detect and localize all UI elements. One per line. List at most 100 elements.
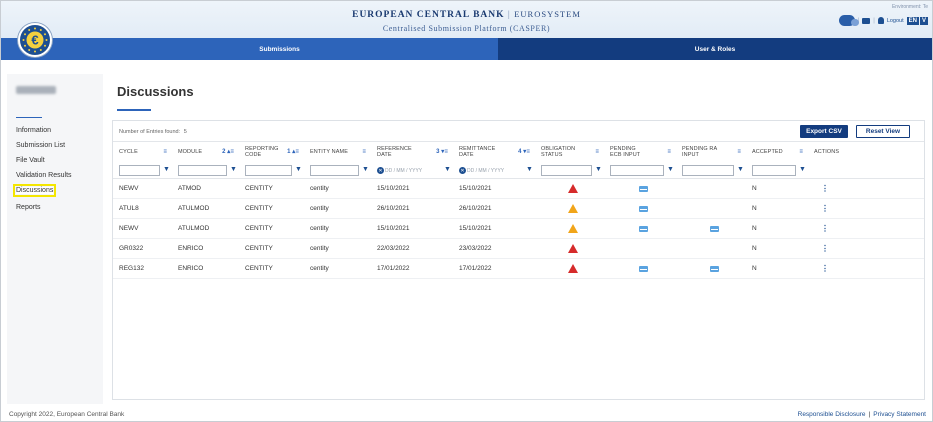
chat-help-icon[interactable] [838, 15, 859, 26]
filter-funnel-icon[interactable]: ▼ [667, 166, 674, 173]
more-actions-icon[interactable]: ⋮ [821, 244, 829, 253]
cycle-cell: ATUL8 [119, 205, 139, 212]
obligation-status-filter-input[interactable] [541, 165, 592, 176]
organisation-name-redacted [16, 86, 56, 94]
table-row[interactable]: NEWV ATULMOD CENTITY centity 15/10/2021 15/10… [113, 219, 924, 239]
module-cell: ATULMOD [178, 205, 210, 212]
reset-view-button[interactable]: Reset View [856, 125, 910, 138]
filter-funnel-icon[interactable]: ▼ [526, 166, 533, 173]
envelope-icon[interactable] [709, 265, 719, 272]
privacy-statement-link[interactable]: Privacy Statement [873, 411, 926, 418]
entity-name-cell: centity [310, 185, 329, 192]
envelope-icon[interactable] [638, 205, 648, 212]
title-separator: | [507, 10, 511, 20]
table-row[interactable]: REG132 ENRICO CENTITY centity 17/01/2022 17/0… [113, 259, 924, 279]
accepted-filter-input[interactable] [752, 165, 796, 176]
filter-funnel-icon[interactable]: ▼ [362, 166, 369, 173]
pending-ecb-input-filter-input[interactable] [610, 165, 664, 176]
warning-triangle-icon [567, 204, 578, 213]
lang-next-option[interactable]: V [919, 16, 928, 25]
more-actions-icon[interactable]: ⋮ [821, 224, 829, 233]
obligation-status-cell [541, 199, 604, 218]
discussions-table: CYCLE ≡ MODULE 2 ▴≡ REPORTING CODE 1 ▴≡ ENTITY… [113, 141, 924, 279]
column-header-reference-date[interactable]: REFERENCE DATE 3 ▾≡ [377, 142, 453, 162]
sort-icon[interactable]: ≡ [595, 149, 599, 155]
module-filter-input[interactable] [178, 165, 227, 176]
clear-date-icon[interactable]: ✕ [377, 167, 384, 174]
envelope-icon[interactable] [709, 225, 719, 232]
column-header-label: ENTITY NAME [310, 149, 348, 155]
envelope-icon[interactable] [638, 265, 648, 272]
sort-icon[interactable]: 2 ▴≡ [222, 149, 234, 155]
filter-funnel-icon[interactable]: ▼ [799, 166, 806, 173]
reporting-code-filter-input[interactable] [245, 165, 292, 176]
table-row[interactable]: NEWV ATMOD CENTITY centity 15/10/2021 15/10/2… [113, 179, 924, 199]
sort-icon[interactable]: 4 ▾≡ [518, 149, 530, 155]
more-actions-icon[interactable]: ⋮ [821, 204, 829, 213]
user-icon [877, 17, 884, 24]
reference-date-date-filter[interactable]: ✕ DD / MM / YYYY [377, 165, 422, 176]
entity-name-cell: centity [310, 225, 329, 232]
export-csv-button[interactable]: Export CSV [800, 125, 848, 138]
sidebar-item-information[interactable]: Information [16, 127, 51, 134]
more-actions-icon[interactable]: ⋮ [821, 184, 829, 193]
entity-name-filter-input[interactable] [310, 165, 359, 176]
remittance-date-date-filter[interactable]: ✕ DD / MM / YYYY [459, 165, 504, 176]
sort-icon[interactable]: ≡ [362, 149, 366, 155]
table-row[interactable]: ATUL8 ATULMOD CENTITY centity 26/10/2021 26/1… [113, 199, 924, 219]
sort-icon[interactable]: 3 ▾≡ [436, 149, 448, 155]
cycle-filter-input[interactable] [119, 165, 160, 176]
envelope-icon[interactable] [638, 185, 648, 192]
sort-icon[interactable]: 1 ▴≡ [287, 149, 299, 155]
column-header-reporting-code[interactable]: REPORTING CODE 1 ▴≡ [245, 142, 304, 162]
column-header-pending-ra-input[interactable]: PENDING RA INPUT ≡ [682, 142, 746, 162]
column-header-obligation-status[interactable]: OBLIGATION STATUS ≡ [541, 142, 604, 162]
ecb-title: EUROPEAN CENTRAL BANK | EUROSYSTEM [1, 9, 932, 20]
pending-ra-input-filter-input[interactable] [682, 165, 734, 176]
clear-date-icon[interactable]: ✕ [459, 167, 466, 174]
sidebar-item-reports[interactable]: Reports [16, 204, 41, 211]
filter-funnel-icon[interactable]: ▼ [595, 166, 602, 173]
filter-funnel-icon[interactable]: ▼ [295, 166, 302, 173]
sort-icon[interactable]: ≡ [799, 149, 803, 155]
reference-date-cell: 17/01/2022 [377, 265, 410, 272]
language-selector[interactable]: EN V [906, 16, 928, 25]
reporting-code-cell: CENTITY [245, 205, 273, 212]
column-header-entity-name[interactable]: ENTITY NAME ≡ [310, 142, 371, 162]
column-header-label: REMITTANCE DATE [459, 146, 496, 158]
responsible-disclosure-link[interactable]: Responsible Disclosure [798, 411, 866, 418]
column-header-actions[interactable]: ACTIONS [814, 142, 868, 162]
sidebar-item-validation-results[interactable]: Validation Results [16, 172, 72, 179]
column-header-label: MODULE [178, 149, 203, 155]
remittance-date-cell: 17/01/2022 [459, 265, 492, 272]
envelope-icon[interactable] [638, 225, 648, 232]
filter-funnel-icon[interactable]: ▼ [163, 166, 170, 173]
logout-link[interactable]: Logout [887, 18, 904, 24]
sort-icon[interactable]: ≡ [667, 149, 671, 155]
module-cell: ATMOD [178, 185, 201, 192]
table-row[interactable]: GR0322 ENRICO CENTITY centity 22/03/2022 23/0… [113, 239, 924, 259]
more-actions-icon[interactable]: ⋮ [821, 264, 829, 273]
eurosystem-label: EUROSYSTEM [514, 9, 581, 19]
reference-date-cell: 15/10/2021 [377, 225, 410, 232]
sort-icon[interactable]: ≡ [163, 149, 167, 155]
mail-icon[interactable] [862, 17, 871, 24]
column-header-module[interactable]: MODULE 2 ▴≡ [178, 142, 239, 162]
filter-funnel-icon[interactable]: ▼ [737, 166, 744, 173]
filter-funnel-icon[interactable]: ▼ [444, 166, 451, 173]
filter-funnel-icon[interactable]: ▼ [230, 166, 237, 173]
title-underline [117, 109, 151, 111]
column-header-pending-ecb-input[interactable]: PENDING ECB INPUT ≡ [610, 142, 676, 162]
column-header-accepted[interactable]: ACCEPTED ≡ [752, 142, 808, 162]
sidebar-item-file-vault[interactable]: File Vault [16, 157, 45, 164]
tab-submissions[interactable]: Submissions [61, 38, 498, 60]
sidebar-item-discussions[interactable]: Discussions [12, 184, 57, 197]
sidebar-item-submission-list[interactable]: Submission List [16, 142, 65, 149]
reference-date-cell: 15/10/2021 [377, 185, 410, 192]
column-header-cycle[interactable]: CYCLE ≡ [119, 142, 172, 162]
lang-en-option[interactable]: EN [906, 16, 919, 25]
warning-triangle-icon [567, 264, 578, 273]
tab-user-roles[interactable]: User & Roles [498, 38, 932, 60]
column-header-remittance-date[interactable]: REMITTANCE DATE 4 ▾≡ [459, 142, 535, 162]
sort-icon[interactable]: ≡ [737, 149, 741, 155]
